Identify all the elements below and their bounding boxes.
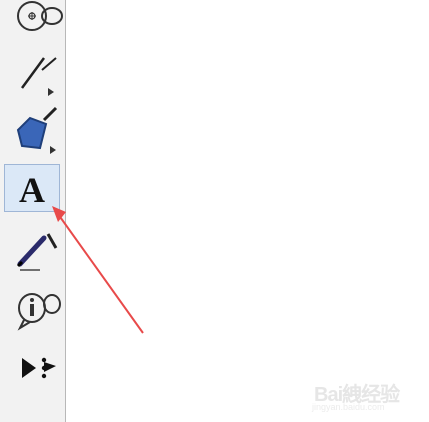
rotated-toolbar-fragment [41,7,63,372]
watermark-url: jingyan.baidu.com [312,402,385,412]
